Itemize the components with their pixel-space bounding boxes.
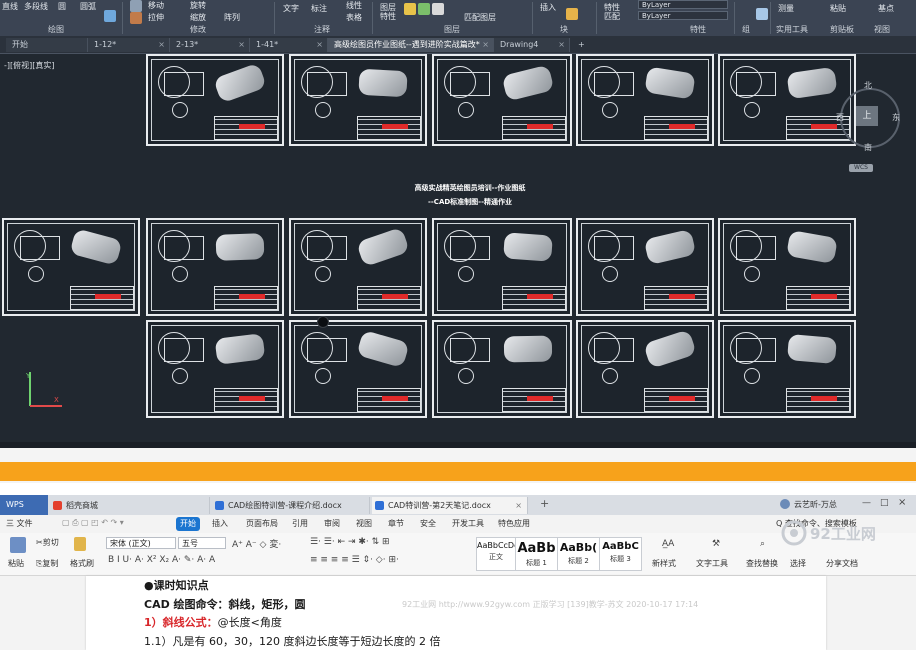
select-button[interactable]: 选择 bbox=[790, 558, 806, 569]
doc-heading: ●课时知识点 bbox=[144, 579, 209, 592]
paste-button[interactable]: 粘贴 bbox=[8, 558, 24, 569]
compass-east[interactable]: 东 bbox=[892, 112, 900, 123]
drawing-sheet[interactable] bbox=[718, 320, 856, 418]
menu-chapter[interactable]: 章节 bbox=[388, 518, 404, 529]
font-grow-icon[interactable]: A⁺ A⁻ ◇ 変· bbox=[232, 537, 281, 550]
compass-north[interactable]: 北 bbox=[864, 80, 872, 91]
drawing-sheet[interactable] bbox=[146, 320, 284, 418]
drawing-sheet[interactable] bbox=[576, 320, 714, 418]
new-style-button[interactable]: 新样式 bbox=[652, 558, 676, 569]
svg-text:X: X bbox=[54, 396, 59, 404]
compass-south[interactable]: 南 bbox=[864, 142, 872, 153]
wps-window: WPS 稻壳商城 CAD绘图特训营-课程介绍.docx CAD特训营-第2天笔记… bbox=[0, 495, 916, 650]
svg-text:Y: Y bbox=[25, 372, 31, 380]
menu-features[interactable]: 特色应用 bbox=[498, 518, 530, 529]
drawing-sheet[interactable] bbox=[432, 54, 572, 146]
style-normal[interactable]: AaBbCcDd 正文 bbox=[476, 537, 516, 571]
menu-review[interactable]: 审阅 bbox=[324, 518, 340, 529]
wcs-button[interactable]: WCS bbox=[849, 164, 873, 172]
viewcube[interactable]: 北 东 南 西 上 WCS bbox=[836, 78, 900, 172]
word-doc-icon bbox=[215, 501, 224, 510]
drawing-sheet[interactable] bbox=[2, 218, 140, 316]
drawing-sheet[interactable] bbox=[289, 218, 427, 316]
svg-text:92工业网: 92工业网 bbox=[810, 525, 876, 543]
paste-icon[interactable] bbox=[10, 537, 26, 553]
maximize-icon[interactable]: □ bbox=[880, 498, 889, 508]
tab-docer-store[interactable]: 稻壳商城 bbox=[50, 497, 210, 514]
file-menu[interactable]: 三 文件 bbox=[6, 518, 33, 529]
scissors-icon: ✂ bbox=[36, 538, 43, 547]
cursor-icon bbox=[317, 316, 329, 328]
wps-tab-bar: WPS 稻壳商城 CAD绘图特训营-课程介绍.docx CAD特训营-第2天笔记… bbox=[0, 495, 916, 515]
ucs-icon: Y X bbox=[25, 372, 62, 407]
drawing-sheet[interactable] bbox=[432, 218, 572, 316]
document-page[interactable]: ●课时知识点 CAD 绘图命令：斜线，矩形，圆 1）斜线公式：@长度<角度 1.… bbox=[86, 576, 826, 650]
drawing-sheet[interactable] bbox=[576, 218, 714, 316]
font-size-select[interactable]: 五号 bbox=[178, 537, 226, 549]
drawing-sheets[interactable] bbox=[0, 0, 916, 448]
menu-references[interactable]: 引用 bbox=[292, 518, 308, 529]
doc-line-rule: 1.1）凡是有 60，30，120 度斜边长度等于短边长度的 2 倍 bbox=[144, 635, 441, 648]
tab-day2-notes[interactable]: CAD特训营-第2天笔记.docx × bbox=[372, 497, 528, 514]
avatar[interactable] bbox=[780, 499, 790, 509]
list-icons[interactable]: ☰· ☰· ⇤ ⇥ ✱· ⇅ ⊞ bbox=[310, 537, 390, 547]
quick-access-icons[interactable]: ▢ ⎙ ▢ ◰ ↶ ↷ ▾ bbox=[62, 518, 124, 528]
sheet-set-subtitle: --CAD标准制图--精通作业 bbox=[428, 198, 512, 206]
wrench-icon: ⚒ bbox=[712, 539, 721, 549]
copy-button[interactable]: ⎘复制 bbox=[36, 558, 58, 569]
new-style-icon: A̲A bbox=[662, 539, 675, 549]
docer-icon bbox=[53, 501, 62, 510]
minimize-icon[interactable]: — bbox=[862, 498, 871, 508]
share-doc-button[interactable]: 分享文档 bbox=[826, 558, 858, 569]
menu-developer[interactable]: 开发工具 bbox=[452, 518, 484, 529]
style-heading-1[interactable]: AaBb 标题 1 bbox=[516, 537, 558, 571]
find-replace-button[interactable]: 查找替换 bbox=[746, 558, 778, 569]
sheet-set-title: 高级实战精英绘图员培训--作业图纸 bbox=[414, 184, 526, 192]
drawing-sheet[interactable] bbox=[289, 320, 427, 418]
viewcube-top-face[interactable]: 上 bbox=[856, 106, 878, 126]
format-painter-icon[interactable] bbox=[74, 537, 86, 551]
bold-italic-underline-icons[interactable]: B I U· A· X² X₂ A· ✎· A· A bbox=[108, 555, 215, 565]
doc-watermark: 92工业网 http://www.92gyw.com 正版学习 [139]教学-… bbox=[402, 600, 699, 609]
tab-course-intro[interactable]: CAD绘图特训营-课程介绍.docx bbox=[212, 497, 370, 514]
compass-west[interactable]: 西 bbox=[836, 112, 844, 123]
drawing-sheet[interactable] bbox=[718, 218, 856, 316]
menu-view[interactable]: 视图 bbox=[356, 518, 372, 529]
menu-page-layout[interactable]: 页面布局 bbox=[246, 518, 278, 529]
format-painter-button[interactable]: 格式刷 bbox=[70, 558, 94, 569]
orange-divider bbox=[0, 462, 916, 481]
drawing-sheet[interactable] bbox=[146, 54, 284, 146]
drawing-sheet[interactable] bbox=[146, 218, 284, 316]
wps-home-tab[interactable]: WPS bbox=[0, 495, 48, 515]
close-window-icon[interactable]: × bbox=[898, 497, 906, 508]
brand-watermark-logo: 92工业网 bbox=[781, 520, 876, 546]
drawing-sheet[interactable] bbox=[576, 54, 714, 146]
new-tab-icon[interactable]: + bbox=[540, 497, 549, 510]
doc-line-formula: 1）斜线公式：@长度<角度 bbox=[144, 616, 282, 629]
menu-start[interactable]: 开始 bbox=[176, 517, 200, 531]
text-tools-button[interactable]: 文字工具 bbox=[696, 558, 728, 569]
wps-menu-bar: 三 文件 ▢ ⎙ ▢ ◰ ↶ ↷ ▾ 开始 插入 页面布局 引用 审阅 视图 章… bbox=[0, 515, 916, 533]
menu-insert[interactable]: 插入 bbox=[212, 518, 228, 529]
wps-toolbar: 粘贴 ✂剪切 ⎘复制 格式刷 宋体 (正文) 五号 A⁺ A⁻ ◇ 変· B I… bbox=[0, 533, 916, 576]
style-heading-2[interactable]: AaBb(标题 2 bbox=[558, 537, 600, 571]
close-icon[interactable]: × bbox=[515, 497, 522, 514]
user-name[interactable]: 云艺昕-万总 bbox=[794, 499, 837, 510]
menu-security[interactable]: 安全 bbox=[420, 518, 436, 529]
cut-button[interactable]: ✂剪切 bbox=[36, 537, 59, 548]
style-heading-3[interactable]: AaBbC 标题 3 bbox=[600, 537, 642, 571]
font-family-select[interactable]: 宋体 (正文) bbox=[106, 537, 176, 549]
align-icons[interactable]: ≡ ≡ ≡ ≡ ☰ ⇕· ◇· ⊞· bbox=[310, 555, 399, 565]
search-icon: ⌕ bbox=[760, 539, 766, 549]
drawing-sheet[interactable] bbox=[432, 320, 572, 418]
cad-window: 直线 多段线 圆 圆弧 移动 旋转 拉伸 缩放 阵列 文字 标注 线性 表格 图… bbox=[0, 0, 916, 448]
doc-line-commands: CAD 绘图命令：斜线，矩形，圆 bbox=[144, 598, 306, 611]
drawing-sheet[interactable] bbox=[289, 54, 427, 146]
word-doc-icon bbox=[375, 501, 384, 510]
